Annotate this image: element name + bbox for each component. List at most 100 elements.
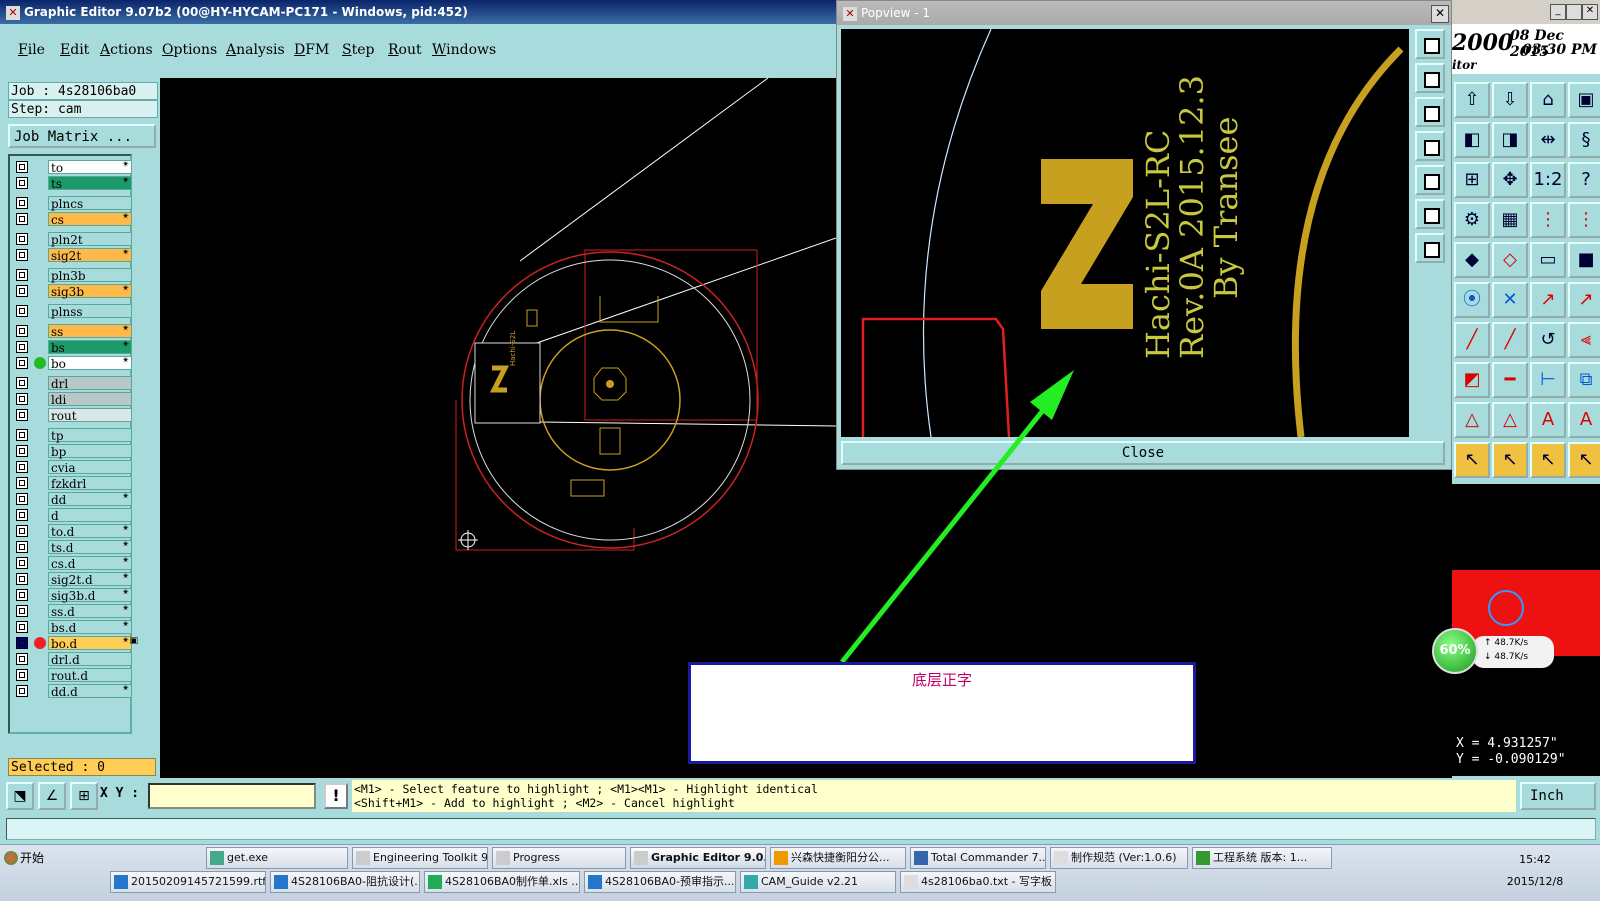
popview-tool-6-icon[interactable]: [1415, 199, 1445, 229]
tool-connect-icon[interactable]: ⦿: [1454, 282, 1490, 318]
layer-name[interactable]: bp: [48, 444, 132, 459]
popview-close-icon[interactable]: ✕: [1431, 5, 1449, 23]
layer-checkbox[interactable]: [16, 213, 28, 225]
tool-line-icon[interactable]: ↗: [1530, 282, 1566, 318]
task-rtf[interactable]: 20150209145721599.rtf...: [110, 871, 266, 893]
layer-row-sig2t[interactable]: sig2t ✴: [12, 248, 132, 263]
maximize-icon[interactable]: [1566, 4, 1582, 20]
layer-row-drl-d[interactable]: drl.d: [12, 652, 132, 667]
layer-checkbox[interactable]: [16, 393, 28, 405]
task-xls[interactable]: 4S28106BA0制作单.xls ...: [424, 871, 580, 893]
layer-checkbox[interactable]: [16, 409, 28, 421]
layer-name[interactable]: plncs: [48, 196, 132, 211]
layer-checkbox[interactable]: [16, 285, 28, 297]
layer-checkbox[interactable]: [16, 461, 28, 473]
task-spec[interactable]: 制作规范 (Ver:1.0.6): [1050, 847, 1188, 869]
layer-row-bs-d[interactable]: bs.d ✴: [12, 620, 132, 635]
menu-step[interactable]: Step: [342, 42, 374, 58]
layer-row-pln2t[interactable]: pln2t: [12, 232, 132, 247]
task-engineering-toolkit[interactable]: Engineering Toolkit 9...: [352, 847, 488, 869]
layer-name[interactable]: bo.d: [48, 636, 132, 651]
task-impedance[interactable]: 4S28106BA0-阻抗设计(...: [270, 871, 420, 893]
taskbar-clock[interactable]: 15:42 2015/12/8: [1500, 849, 1570, 893]
layer-row-rout[interactable]: rout: [12, 408, 132, 423]
layer-name[interactable]: d: [48, 508, 132, 523]
start-button[interactable]: 开始: [2, 847, 54, 869]
layer-row-ts[interactable]: ts ✴: [12, 176, 132, 191]
tool-snap-icon[interactable]: ⋮: [1530, 202, 1566, 238]
minimize-icon[interactable]: _: [1550, 4, 1566, 20]
unit-selector[interactable]: Inch: [1520, 782, 1596, 810]
layer-checkbox[interactable]: [16, 685, 28, 697]
layer-name[interactable]: sig3b.d: [48, 588, 132, 603]
layer-name[interactable]: to: [48, 160, 132, 175]
tool-bracket-icon[interactable]: ⫷: [1568, 322, 1600, 358]
tool-cross-icon[interactable]: ✕: [1492, 282, 1528, 318]
select-mode-icon[interactable]: ⬔: [6, 782, 34, 810]
layer-row-cs[interactable]: cs ✴: [12, 212, 132, 227]
layer-checkbox[interactable]: [16, 493, 28, 505]
layer-name[interactable]: sig2t.d: [48, 572, 132, 587]
popview-tool-3-icon[interactable]: [1415, 97, 1445, 127]
layer-row-dd-d[interactable]: dd.d ✴: [12, 684, 132, 699]
tool-tri4-icon[interactable]: A: [1568, 402, 1600, 438]
layer-checkbox[interactable]: [16, 445, 28, 457]
layer-checkbox[interactable]: [16, 637, 28, 649]
layer-name[interactable]: ts.d: [48, 540, 132, 555]
layer-checkbox[interactable]: [16, 621, 28, 633]
task-wordpad[interactable]: 4s28106ba0.txt - 写字板: [900, 871, 1056, 893]
tool-down-icon[interactable]: ⇩: [1492, 82, 1528, 118]
layer-name[interactable]: pln3b: [48, 268, 132, 283]
layer-checkbox[interactable]: [16, 197, 28, 209]
tool-grid-icon[interactable]: ▦: [1492, 202, 1528, 238]
popview-tool-7-icon[interactable]: [1415, 233, 1445, 263]
tool-frame-icon[interactable]: ■: [1568, 242, 1600, 278]
layer-row-d[interactable]: d: [12, 508, 132, 523]
layer-checkbox[interactable]: [16, 341, 28, 353]
layer-checkbox[interactable]: [16, 509, 28, 521]
layer-checkbox[interactable]: [16, 653, 28, 665]
layer-checkbox[interactable]: [16, 589, 28, 601]
layer-name[interactable]: bo: [48, 356, 132, 371]
layer-checkbox[interactable]: [16, 269, 28, 281]
tool-undo-icon[interactable]: ↺: [1530, 322, 1566, 358]
warning-icon[interactable]: !: [324, 783, 348, 809]
layer-row-plncs[interactable]: plncs: [12, 196, 132, 211]
layer-checkbox[interactable]: [16, 605, 28, 617]
tool-ruler-icon[interactable]: ▭: [1530, 242, 1566, 278]
layer-name[interactable]: rout.d: [48, 668, 132, 683]
tool-help-icon[interactable]: ?: [1568, 162, 1600, 198]
layer-row-pln3b[interactable]: pln3b: [12, 268, 132, 283]
layer-row-cs-d[interactable]: cs.d ✴: [12, 556, 132, 571]
task-preview[interactable]: 4S28106BA0-预审指示...: [584, 871, 736, 893]
network-widget[interactable]: ↑ 48.7K/s ↓ 48.7K/s 60%: [1432, 628, 1562, 674]
layer-checkbox[interactable]: [16, 573, 28, 585]
layer-checkbox[interactable]: [16, 541, 28, 553]
menu-file[interactable]: File: [18, 42, 45, 58]
layer-name[interactable]: drl: [48, 376, 132, 391]
layer-row-ts-d[interactable]: ts.d ✴: [12, 540, 132, 555]
layer-row-sig3b[interactable]: sig3b ✴: [12, 284, 132, 299]
tool-tri2-icon[interactable]: △: [1492, 402, 1528, 438]
menu-analysis[interactable]: Analysis: [226, 42, 285, 58]
tool-tri1-icon[interactable]: △: [1454, 402, 1490, 438]
layer-checkbox[interactable]: [16, 557, 28, 569]
tool-pad-icon[interactable]: ◩: [1454, 362, 1490, 398]
layer-row-to[interactable]: to ✴: [12, 160, 132, 175]
task-engineering-system[interactable]: 工程系统 版本: 1...: [1192, 847, 1332, 869]
tool-settings-icon[interactable]: ⚙: [1454, 202, 1490, 238]
layer-name[interactable]: pln2t: [48, 232, 132, 247]
layer-checkbox[interactable]: [16, 305, 28, 317]
layer-row-ldi[interactable]: ldi: [12, 392, 132, 407]
tool-pan-icon[interactable]: ⇧: [1454, 82, 1490, 118]
tool-line2-icon[interactable]: ↗: [1568, 282, 1600, 318]
layer-name[interactable]: bs: [48, 340, 132, 355]
xy-input[interactable]: [148, 783, 316, 809]
popview-tool-1-icon[interactable]: [1415, 29, 1445, 59]
layer-name[interactable]: ss.d: [48, 604, 132, 619]
layer-row-rout-d[interactable]: rout.d: [12, 668, 132, 683]
tool-window-icon[interactable]: ▣: [1568, 82, 1600, 118]
tool-copy-icon[interactable]: ⧉: [1568, 362, 1600, 398]
layer-name[interactable]: to.d: [48, 524, 132, 539]
layer-name[interactable]: ldi: [48, 392, 132, 407]
